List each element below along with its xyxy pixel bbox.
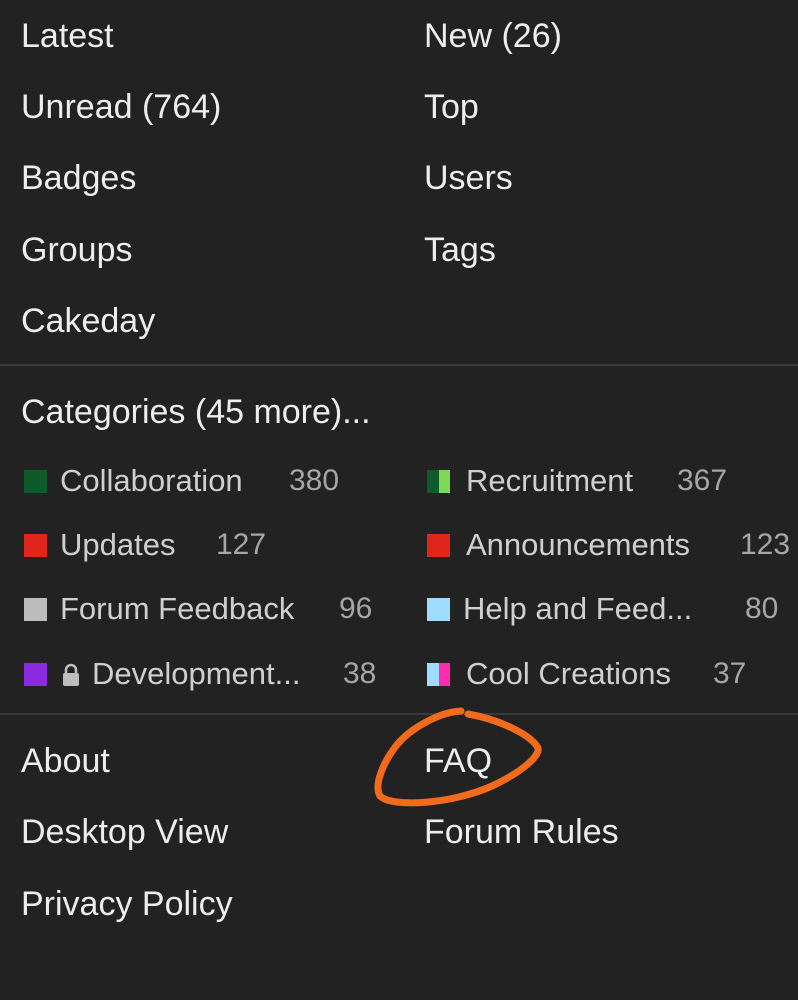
- nav-link-new[interactable]: New (26): [424, 16, 562, 56]
- categories-heading-link[interactable]: Categories (45 more)...: [21, 392, 371, 432]
- nav-link-latest[interactable]: Latest: [21, 16, 114, 56]
- category-color-swatch: [24, 470, 47, 493]
- category-color-swatch: [427, 598, 450, 621]
- nav-link-users[interactable]: Users: [424, 158, 513, 198]
- footer-link-desktop-view[interactable]: Desktop View: [21, 812, 228, 852]
- category-development[interactable]: Development... 38: [0, 654, 399, 694]
- footer-link-privacy-policy[interactable]: Privacy Policy: [21, 884, 233, 924]
- category-name: Recruitment: [466, 463, 634, 498]
- category-topic-count: 37: [713, 657, 747, 690]
- category-color-swatch: [427, 534, 450, 557]
- category-color-swatch: [427, 470, 450, 493]
- category-name: Cool Creations: [466, 656, 672, 691]
- category-color-swatch: [24, 598, 47, 621]
- lock-icon: [63, 663, 79, 686]
- footer-link-faq[interactable]: FAQ: [424, 741, 492, 781]
- category-help-and-feedback[interactable]: Help and Feed... 80: [399, 589, 798, 629]
- category-topic-count: 96: [339, 592, 373, 625]
- category-forum-feedback[interactable]: Forum Feedback 96: [0, 589, 399, 629]
- category-recruitment[interactable]: Recruitment 367: [399, 461, 798, 501]
- category-name: Forum Feedback: [60, 591, 295, 626]
- nav-link-unread[interactable]: Unread (764): [21, 87, 221, 127]
- nav-link-groups[interactable]: Groups: [21, 230, 133, 270]
- category-topic-count: 123: [740, 528, 791, 561]
- category-updates[interactable]: Updates 127: [0, 525, 399, 565]
- category-cool-creations[interactable]: Cool Creations 37: [399, 654, 798, 694]
- category-topic-count: 367: [677, 464, 728, 497]
- footer-link-about[interactable]: About: [21, 741, 110, 781]
- category-name: Updates: [60, 527, 176, 562]
- divider: [0, 364, 798, 366]
- category-color-swatch: [24, 534, 47, 557]
- category-name: Collaboration: [60, 463, 243, 498]
- category-topic-count: 38: [343, 657, 377, 690]
- category-name: Help and Feed...: [463, 591, 693, 626]
- category-name: Announcements: [466, 527, 691, 562]
- category-color-swatch: [24, 663, 47, 686]
- footer-link-forum-rules[interactable]: Forum Rules: [424, 812, 619, 852]
- category-topic-count: 380: [289, 464, 340, 497]
- nav-link-top[interactable]: Top: [424, 87, 479, 127]
- divider: [0, 713, 798, 715]
- category-topic-count: 127: [216, 528, 267, 561]
- category-announcements[interactable]: Announcements 123: [399, 525, 798, 565]
- category-collaboration[interactable]: Collaboration 380: [0, 461, 399, 501]
- nav-link-tags[interactable]: Tags: [424, 230, 496, 270]
- nav-link-badges[interactable]: Badges: [21, 158, 136, 198]
- nav-link-cakeday[interactable]: Cakeday: [21, 301, 155, 341]
- category-topic-count: 80: [745, 592, 779, 625]
- category-color-swatch: [427, 663, 450, 686]
- category-name: Development...: [92, 656, 301, 691]
